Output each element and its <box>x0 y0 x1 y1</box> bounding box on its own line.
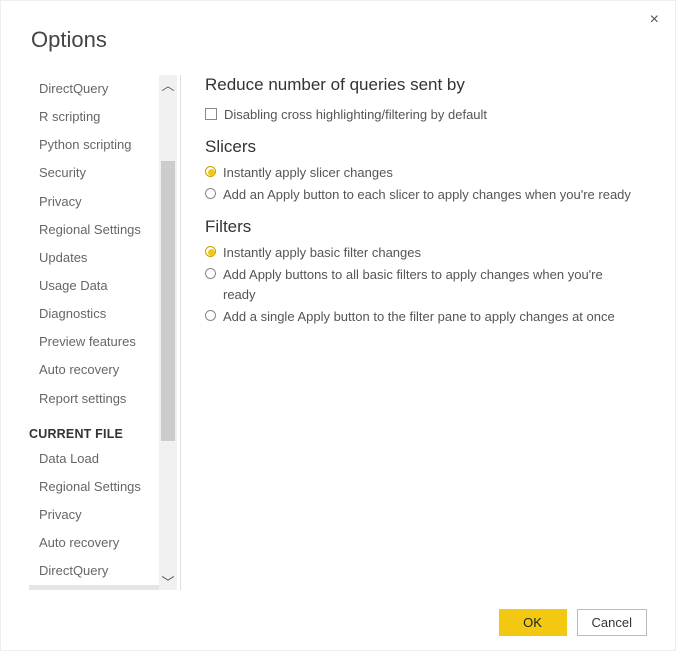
sidebar-item-regional-settings[interactable]: Regional Settings <box>29 216 159 244</box>
radio-label: Instantly apply slicer changes <box>223 163 393 183</box>
sidebar-list: DirectQuery R scripting Python scripting… <box>29 75 159 590</box>
radio-row-slicers-apply[interactable]: Add an Apply button to each slicer to ap… <box>205 185 637 205</box>
radio-row-filters-apply-once[interactable]: Add a single Apply button to the filter … <box>205 307 637 327</box>
close-icon[interactable]: × <box>650 11 659 29</box>
sidebar-scrollbar[interactable]: ︿ ﹀ <box>159 75 177 590</box>
checkbox-row-disable-cross[interactable]: Disabling cross highlighting/filtering b… <box>205 105 637 125</box>
chevron-down-icon[interactable]: ﹀ <box>159 572 177 590</box>
sidebar-item-regional-settings-2[interactable]: Regional Settings <box>29 473 159 501</box>
radio-label: Add an Apply button to each slicer to ap… <box>223 185 631 205</box>
sidebar-item-directquery-2[interactable]: DirectQuery <box>29 557 159 585</box>
checkbox-label: Disabling cross highlighting/filtering b… <box>224 105 487 125</box>
radio-filters-apply-once[interactable] <box>205 310 216 321</box>
heading-filters: Filters <box>205 217 637 237</box>
radio-filters-instant[interactable] <box>205 246 216 257</box>
radio-filters-apply-all[interactable] <box>205 268 216 279</box>
sidebar-item-report-settings[interactable]: Report settings <box>29 385 159 413</box>
sidebar-item-usage-data[interactable]: Usage Data <box>29 272 159 300</box>
heading-slicers: Slicers <box>205 137 637 157</box>
dialog-content: DirectQuery R scripting Python scripting… <box>29 75 647 590</box>
checkbox-disable-cross[interactable] <box>205 108 217 120</box>
sidebar-item-python-scripting[interactable]: Python scripting <box>29 131 159 159</box>
sidebar-item-directquery[interactable]: DirectQuery <box>29 75 159 103</box>
radio-label: Add a single Apply button to the filter … <box>223 307 615 327</box>
sidebar-item-r-scripting[interactable]: R scripting <box>29 103 159 131</box>
sidebar-item-security[interactable]: Security <box>29 159 159 187</box>
ok-button[interactable]: OK <box>499 609 567 636</box>
radio-row-slicers-instant[interactable]: Instantly apply slicer changes <box>205 163 637 183</box>
radio-row-filters-apply-all[interactable]: Add Apply buttons to all basic filters t… <box>205 265 637 304</box>
radio-label: Instantly apply basic filter changes <box>223 243 421 263</box>
dialog-title: Options <box>31 27 107 53</box>
sidebar-item-auto-recovery[interactable]: Auto recovery <box>29 356 159 384</box>
sidebar-section-current-file: CURRENT FILE <box>29 413 159 445</box>
heading-reduce: Reduce number of queries sent by <box>205 75 637 95</box>
sidebar-item-privacy[interactable]: Privacy <box>29 188 159 216</box>
sidebar-item-data-load[interactable]: Data Load <box>29 445 159 473</box>
cancel-button[interactable]: Cancel <box>577 609 647 636</box>
sidebar-item-updates[interactable]: Updates <box>29 244 159 272</box>
radio-row-filters-instant[interactable]: Instantly apply basic filter changes <box>205 243 637 263</box>
sidebar-item-preview-features[interactable]: Preview features <box>29 328 159 356</box>
sidebar-item-diagnostics[interactable]: Diagnostics <box>29 300 159 328</box>
sidebar-item-privacy-2[interactable]: Privacy <box>29 501 159 529</box>
scroll-thumb[interactable] <box>161 161 175 441</box>
chevron-up-icon[interactable]: ︿ <box>159 75 177 93</box>
sidebar-item-auto-recovery-2[interactable]: Auto recovery <box>29 529 159 557</box>
radio-slicers-instant[interactable] <box>205 166 216 177</box>
radio-slicers-apply[interactable] <box>205 188 216 199</box>
dialog-footer: OK Cancel <box>499 609 647 636</box>
sidebar-item-query-reduction[interactable]: Query reduction <box>29 585 159 590</box>
radio-label: Add Apply buttons to all basic filters t… <box>223 265 637 304</box>
main-panel: Reduce number of queries sent by Disabli… <box>181 75 647 590</box>
sidebar: DirectQuery R scripting Python scripting… <box>29 75 181 590</box>
